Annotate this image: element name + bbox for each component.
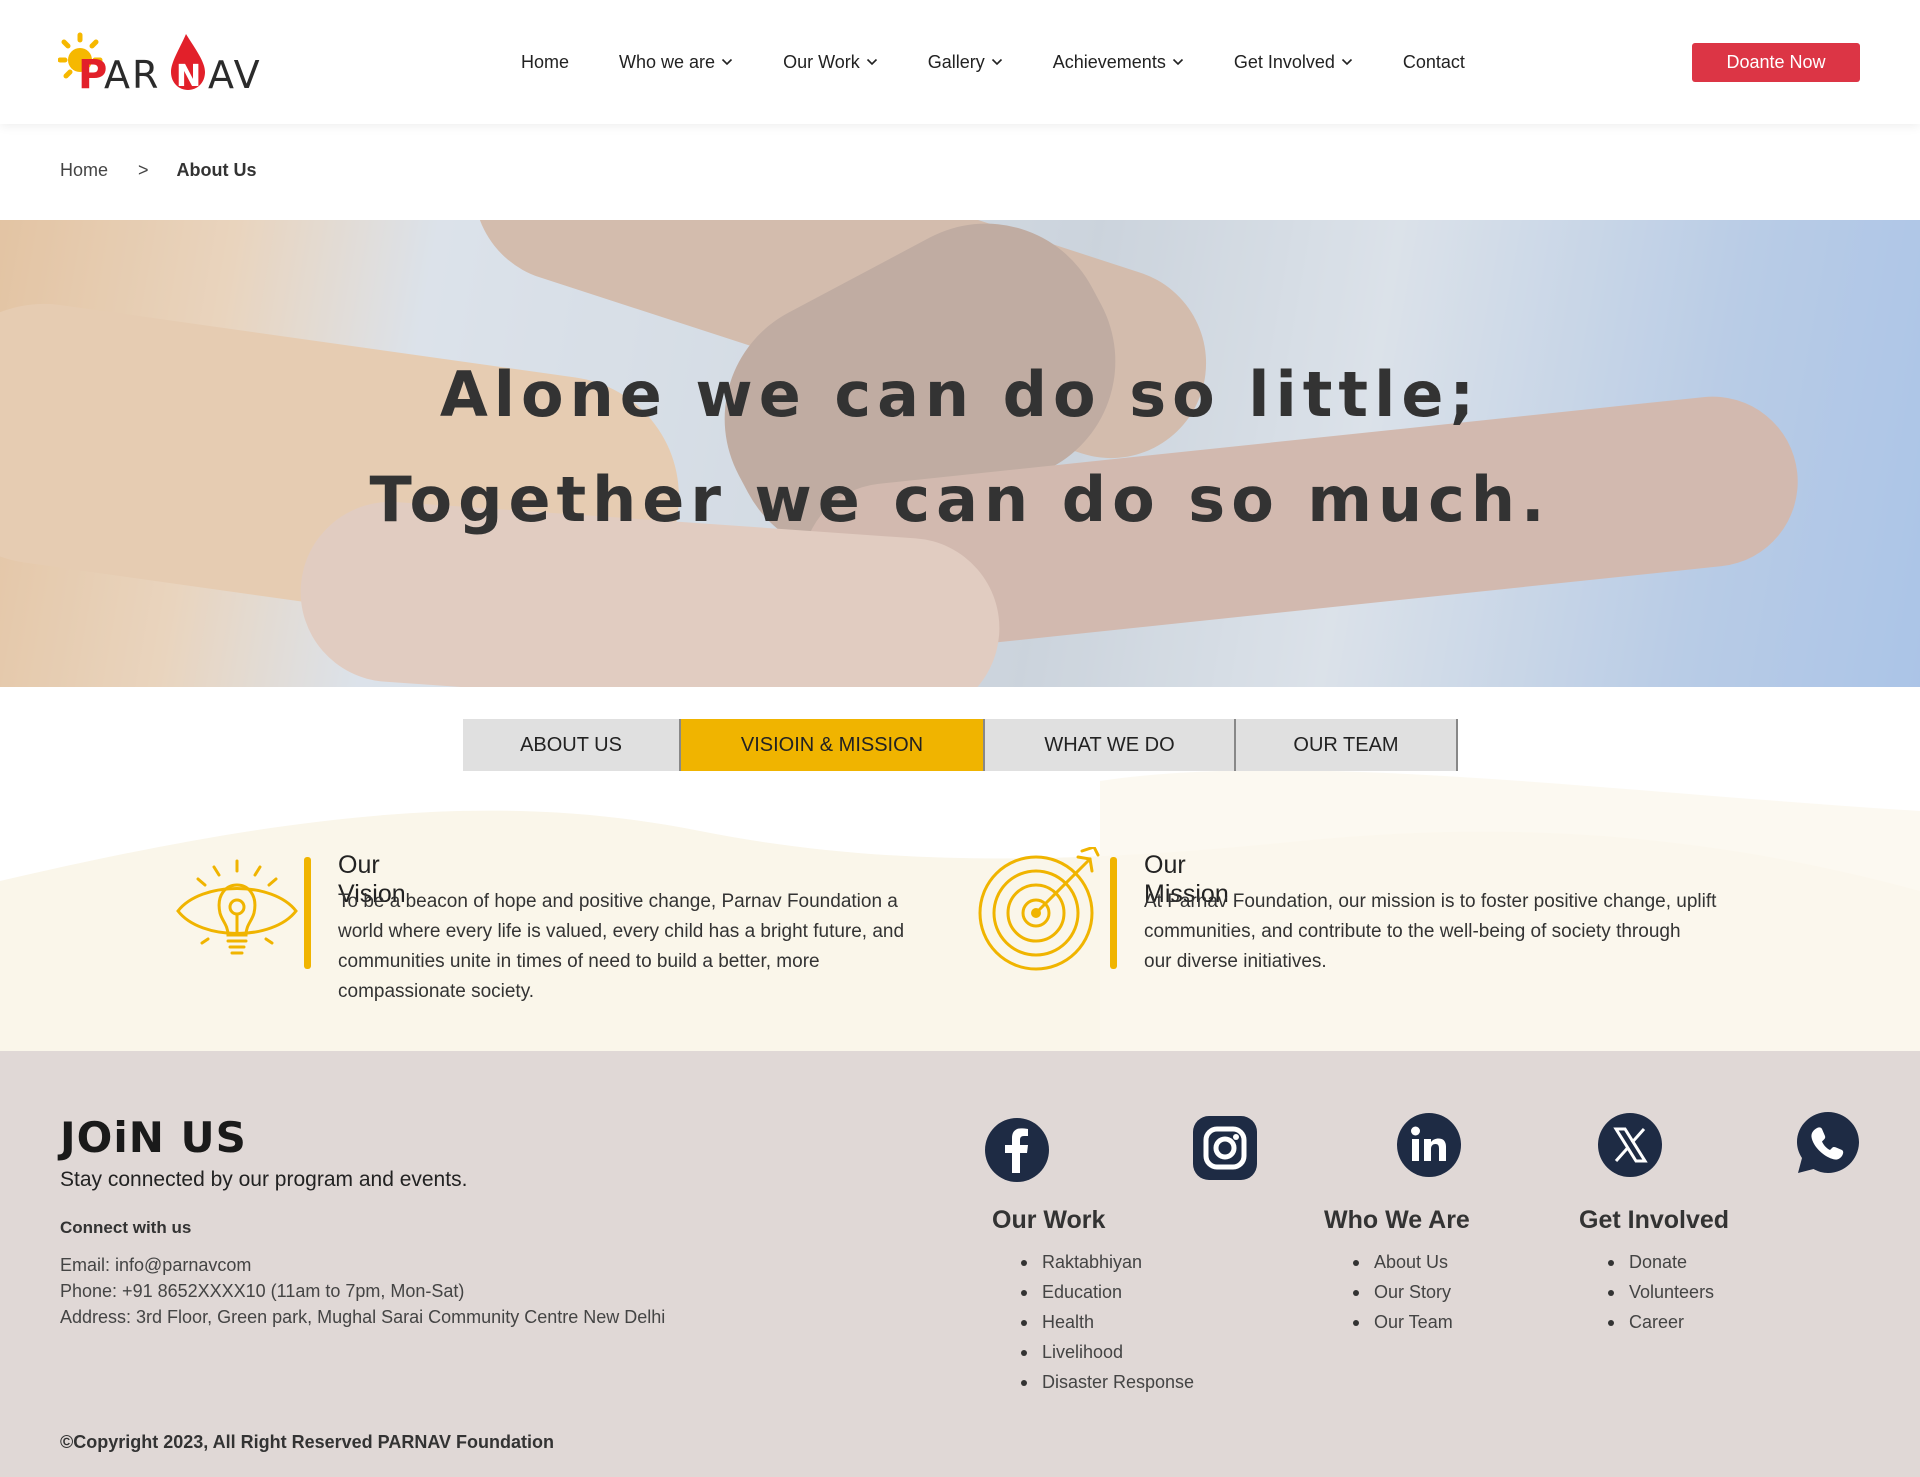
tab-what-we-do[interactable]: WHAT WE DO (985, 719, 1236, 771)
footer-link-about-us[interactable]: About Us (1353, 1247, 1453, 1277)
target-arrow-icon (978, 847, 1100, 971)
footer-col-title-get-involved: Get Involved (1579, 1206, 1730, 1234)
footer-link-disaster-response[interactable]: Disaster Response (1021, 1367, 1194, 1397)
nav-item-label: Achievements (1052, 51, 1166, 72)
tab-vision-mission[interactable]: VISIOIN & MISSION (681, 719, 985, 771)
footer-link-raktabhiyan[interactable]: Raktabhiyan (1021, 1247, 1194, 1277)
chevron-down-icon (721, 58, 733, 66)
about-tabs: ABOUT US VISIOIN & MISSION WHAT WE DO OU… (463, 719, 1458, 771)
tab-about-us[interactable]: ABOUT US (463, 719, 681, 771)
linkedin-icon[interactable] (1396, 1112, 1462, 1178)
vision-text-line: To be a beacon of hope and positive chan… (338, 891, 898, 912)
vision-text-line: compassionate society. (338, 981, 535, 1002)
mission-text-line: our diverse initiatives. (1144, 951, 1327, 972)
copyright: ©Copyright 2023, All Right Reserved PARN… (60, 1432, 554, 1452)
footer-link-health[interactable]: Health (1021, 1307, 1194, 1337)
lightbulb-eye-icon (176, 859, 298, 955)
nav-item-our-work[interactable]: Our Work (783, 52, 878, 73)
nav-item-label: Who we are (619, 51, 716, 72)
mission-text-line: communities, and contribute to the well-… (1144, 921, 1681, 942)
facebook-icon[interactable] (984, 1117, 1050, 1183)
breadcrumb-home-link[interactable]: Home (60, 160, 108, 181)
footer-list-our-work: Raktabhiyan Education Health Livelihood … (1021, 1247, 1194, 1397)
tab-our-team[interactable]: OUR TEAM (1236, 719, 1458, 771)
chevron-down-icon (866, 58, 877, 66)
site-footer: JOiN US Stay connected by our program an… (0, 1051, 1920, 1477)
footer-link-our-team[interactable]: Our Team (1353, 1307, 1453, 1337)
hero-quote-line-1: Alone we can do so little; (439, 358, 1481, 431)
breadcrumb-separator-icon: > (138, 160, 149, 180)
donate-now-button[interactable]: Doante Now (1692, 43, 1860, 82)
nav-item-label: Contact (1402, 51, 1465, 72)
mission-text: At Parnav Foundation, our mission is to … (1144, 887, 1784, 977)
nav-item-label: Gallery (927, 51, 985, 72)
whatsapp-icon[interactable] (1795, 1110, 1861, 1176)
breadcrumb-current: About Us (176, 160, 257, 180)
main-nav: Home Who we are Our Work Gallery Achievement… (521, 0, 1515, 124)
vision-text: To be a beacon of hope and positive chan… (338, 887, 978, 1007)
instagram-icon[interactable] (1192, 1115, 1258, 1181)
footer-link-career[interactable]: Career (1608, 1307, 1714, 1337)
nav-item-get-involved[interactable]: Get Involved (1234, 52, 1353, 73)
footer-list-who-we-are: About Us Our Story Our Team (1353, 1247, 1453, 1337)
chevron-down-icon (1341, 58, 1352, 66)
footer-link-livelihood[interactable]: Livelihood (1021, 1337, 1194, 1367)
footer-list-get-involved: Donate Volunteers Career (1608, 1247, 1714, 1337)
nav-item-home[interactable]: Home (521, 52, 569, 73)
nav-item-who-we-are[interactable]: Who we are (619, 52, 733, 73)
svg-text:P: P (78, 52, 107, 96)
connect-label: Connect with us (60, 1218, 192, 1237)
footer-link-education[interactable]: Education (1021, 1277, 1194, 1307)
breadcrumb: Home > About Us (60, 160, 257, 181)
vision-mission-section: Our Vision To be a beacon of hope and po… (0, 771, 1920, 1051)
x-twitter-icon[interactable] (1597, 1112, 1663, 1178)
logo-text: AR (104, 53, 160, 96)
footer-link-donate[interactable]: Donate (1608, 1247, 1714, 1277)
footer-col-title-our-work: Our Work (992, 1206, 1106, 1234)
nav-item-gallery[interactable]: Gallery (928, 52, 1003, 73)
nav-item-achievements[interactable]: Achievements (1053, 52, 1184, 73)
hero-overlay (0, 220, 1920, 687)
nav-item-contact[interactable]: Contact (1403, 52, 1465, 73)
site-header: P AR N AV Home Who we are Our Work Gallery A… (0, 0, 1920, 124)
mission-accent-bar (1110, 857, 1117, 969)
join-us-subtitle: Stay connected by our program and events… (60, 1168, 468, 1191)
hero-banner: Alone we can do so little; Together we c… (0, 220, 1920, 687)
chevron-down-icon (991, 58, 1002, 66)
svg-text:N: N (176, 59, 201, 94)
vision-text-line: communities unite in times of need to bu… (338, 951, 820, 972)
hero-quote-line-2: Together we can do so much. (369, 463, 1551, 536)
contact-email: Email: info@parnavcom (60, 1255, 252, 1275)
footer-link-our-story[interactable]: Our Story (1353, 1277, 1453, 1307)
nav-item-label: Our Work (783, 51, 860, 72)
parnav-logo[interactable]: P AR N AV (58, 30, 298, 96)
contact-address: Address: 3rd Floor, Green park, Mughal S… (60, 1307, 666, 1327)
nav-item-label: Get Involved (1233, 51, 1335, 72)
nav-item-label: Home (521, 51, 570, 72)
vision-text-line: world where every life is valued, every … (338, 921, 905, 942)
mission-text-line: At Parnav Foundation, our mission is to … (1144, 891, 1717, 912)
vision-accent-bar (304, 857, 311, 969)
contact-phone: Phone: +91 8652XXXX10 (11am to 7pm, Mon-… (60, 1281, 465, 1301)
footer-col-title-who-we-are: Who We Are (1324, 1206, 1470, 1234)
join-us-title: JOiN US (60, 1113, 247, 1162)
footer-link-volunteers[interactable]: Volunteers (1608, 1277, 1714, 1307)
chevron-down-icon (1172, 58, 1183, 66)
svg-text:AV: AV (208, 53, 262, 96)
